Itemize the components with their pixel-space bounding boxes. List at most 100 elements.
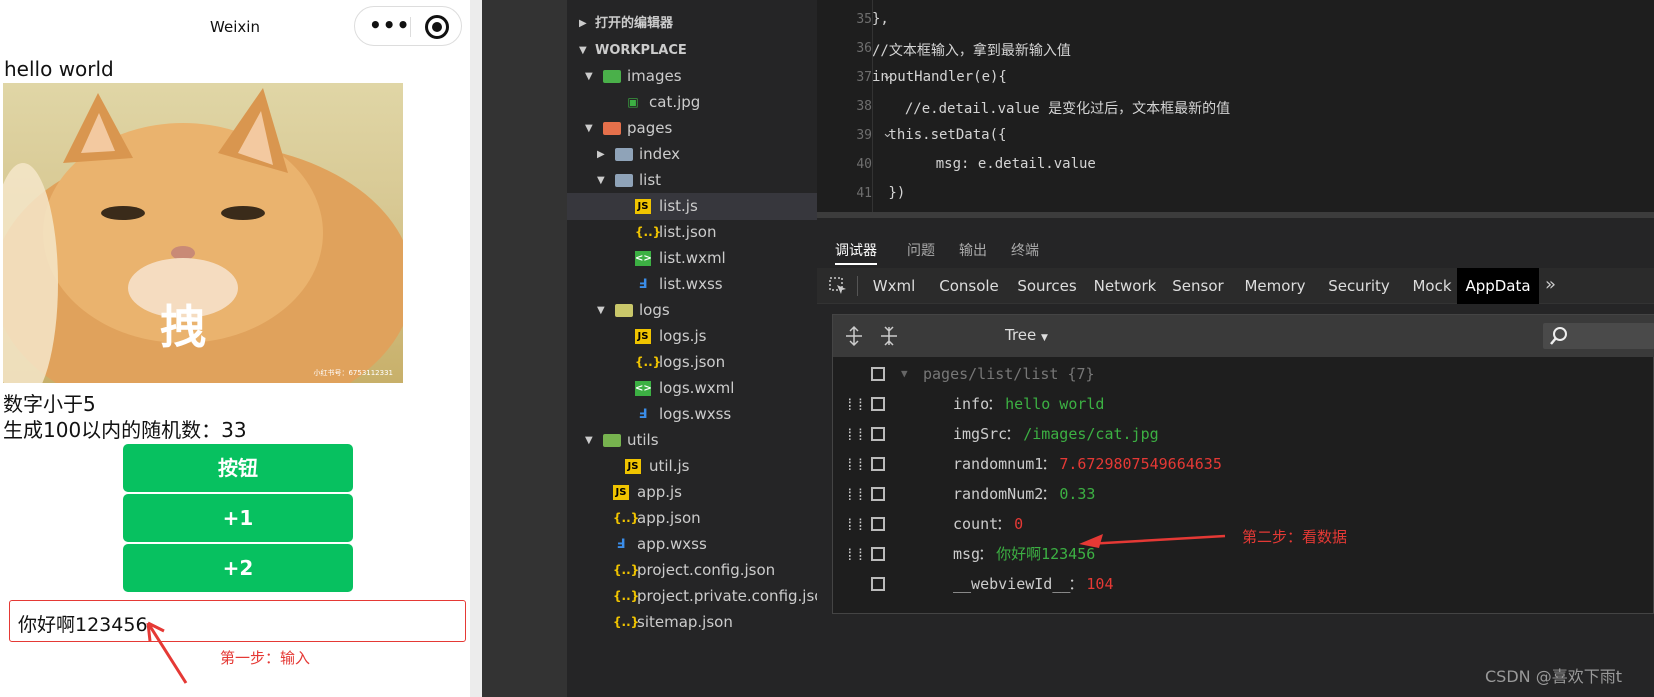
wechat-capsule-menu[interactable]: ••• <box>354 6 462 46</box>
gutter-line <box>872 0 873 218</box>
drag-handle-icon[interactable]: ⁞⁞ <box>845 457 865 473</box>
file-tree-item[interactable]: ▼ utils <box>567 427 817 454</box>
file-tree-item[interactable]: <> list.wxml <box>567 245 817 272</box>
file-tree-item[interactable]: ▼ logs <box>567 297 817 324</box>
devtools-tab-wxml[interactable]: Wxml <box>865 268 923 304</box>
search-box[interactable] <box>1543 323 1654 349</box>
file-tree-item[interactable]: {..} sitemap.json <box>567 609 817 636</box>
more-dots-icon[interactable]: ••• <box>369 14 410 36</box>
file-tree-item[interactable]: JS logs.js <box>567 323 817 350</box>
chevron-down-icon[interactable]: ▼ <box>597 167 607 194</box>
row-box-icon[interactable] <box>871 517 885 531</box>
file-tree-item[interactable]: Ⅎlogs.wxss <box>567 401 817 428</box>
code-line[interactable]: }) <box>880 185 905 201</box>
devtools-tab-network[interactable]: Network <box>1087 268 1163 304</box>
open-editors-section[interactable]: ▶ 打开的编辑器 <box>567 10 817 37</box>
appdata-row[interactable]: ⁞⁞ randomnum1： 7.6729807549664635 <box>833 449 1654 479</box>
code-line[interactable]: msg: e.detail.value <box>902 156 1096 172</box>
workplace-section[interactable]: ▼ WORKPLACE <box>567 37 817 64</box>
tab-problems[interactable]: 问题 <box>907 240 935 260</box>
row-box-icon[interactable] <box>871 487 885 501</box>
drag-handle-icon[interactable]: ⁞⁞ <box>845 397 865 413</box>
tab-debugger[interactable]: 调试器 <box>835 240 877 265</box>
code-line[interactable]: //文本框输入，拿到最新输入值 <box>872 40 1071 60</box>
code-line[interactable]: this.setData({ <box>880 127 1006 143</box>
devtools-tab-console[interactable]: Console <box>933 268 1005 304</box>
file-tree-label: logs.json <box>659 353 726 371</box>
data-value[interactable]: 104 <box>1086 569 1113 599</box>
appdata-row[interactable]: ⁞⁞ randomNum2： 0.33 <box>833 479 1654 509</box>
file-tree-item[interactable]: JS util.js <box>567 453 817 480</box>
more-tabs-icon[interactable]: » <box>1545 274 1556 295</box>
json-file-icon: {..} <box>613 589 640 603</box>
devtools-tab-sources[interactable]: Sources <box>1013 268 1081 304</box>
row-box-icon[interactable] <box>871 577 885 591</box>
caret-down-icon[interactable]: ▼ <box>901 359 908 389</box>
drag-handle-icon[interactable]: ⁞⁞ <box>845 427 865 443</box>
data-value[interactable]: 7.6729807549664635 <box>1059 449 1222 479</box>
file-tree-label: images <box>627 67 682 85</box>
row-box-icon[interactable] <box>871 367 885 381</box>
chevron-down-icon[interactable]: ▼ <box>585 115 595 142</box>
inspect-icon[interactable] <box>829 277 847 295</box>
tree-root-row[interactable]: ▼ pages/list/list {7} <box>833 359 1654 389</box>
collapse-all-icon[interactable] <box>878 325 900 347</box>
row-box-icon[interactable] <box>871 397 885 411</box>
code-line[interactable]: inputHandler(e){ <box>872 69 1007 85</box>
file-tree-item[interactable]: ▼ pages <box>567 115 817 142</box>
file-tree-item[interactable]: JS list.js <box>567 193 817 220</box>
data-value[interactable]: /images/cat.jpg <box>1023 419 1158 449</box>
text-input[interactable]: 你好啊123456 <box>9 600 466 642</box>
chevron-down-icon[interactable]: ▼ <box>585 427 595 454</box>
code-editor[interactable]: 35}, 36//文本框输入，拿到最新输入值 37 ⌄ inputHandler(e){… <box>817 0 1654 218</box>
row-box-icon[interactable] <box>871 457 885 471</box>
tab-output[interactable]: 输出 <box>959 240 987 260</box>
drag-handle-icon[interactable]: ⁞⁞ <box>845 487 865 503</box>
file-tree-item[interactable]: JS app.js <box>567 479 817 506</box>
file-tree-item[interactable]: Ⅎapp.wxss <box>567 531 817 558</box>
file-tree-item[interactable]: ▼ list <box>567 167 817 194</box>
data-key: info <box>953 395 990 413</box>
plus-one-button[interactable]: +1 <box>123 494 353 542</box>
chevron-down-icon[interactable]: ▼ <box>585 63 595 90</box>
devtools-tab-appdata[interactable]: AppData <box>1457 268 1539 304</box>
file-tree-item[interactable]: {..} project.private.config.json <box>567 583 833 610</box>
chevron-down-icon[interactable]: ▼ <box>597 297 607 324</box>
file-tree-item[interactable]: ▼ images <box>567 63 817 90</box>
file-tree-item[interactable]: {..} logs.json <box>567 349 817 376</box>
file-tree-item[interactable]: {..} app.json <box>567 505 817 532</box>
expand-all-icon[interactable] <box>843 325 865 347</box>
appdata-row[interactable]: ⁞⁞ imgSrc：/images/cat.jpg <box>833 419 1654 449</box>
file-tree-item[interactable]: {..} project.config.json <box>567 557 817 584</box>
primary-button[interactable]: 按钮 <box>123 444 353 492</box>
cat-image: 拽 小红书号：6753112331 <box>3 83 403 383</box>
file-tree-item[interactable]: {..} list.json <box>567 219 817 246</box>
close-target-icon[interactable] <box>425 15 449 39</box>
panel-tabs: 调试器 问题 输出 终端 <box>817 218 1654 268</box>
devtools-tab-memory[interactable]: Memory <box>1237 268 1313 304</box>
data-value[interactable]: 0 <box>1014 509 1023 539</box>
tab-terminal[interactable]: 终端 <box>1011 240 1039 260</box>
devtools-tab-security[interactable]: Security <box>1317 268 1401 304</box>
devtools-tab-mock[interactable]: Mock <box>1407 268 1457 304</box>
appdata-row[interactable]: __webviewId__： 104 <box>833 569 1654 599</box>
drag-handle-icon[interactable]: ⁞⁞ <box>845 517 865 533</box>
chevron-right-icon[interactable]: ▶ <box>597 141 607 168</box>
data-key: randomnum1 <box>953 455 1044 473</box>
key-separator: ： <box>996 515 1012 533</box>
row-box-icon[interactable] <box>871 547 885 561</box>
data-value[interactable]: hello world <box>1005 389 1104 419</box>
file-tree-item[interactable]: ▶ index <box>567 141 817 168</box>
code-line[interactable]: }, <box>872 11 889 27</box>
file-tree-item[interactable]: Ⅎlist.wxss <box>567 271 817 298</box>
devtools-tab-sensor[interactable]: Sensor <box>1167 268 1229 304</box>
drag-handle-icon[interactable]: ⁞⁞ <box>845 547 865 563</box>
appdata-row[interactable]: ⁞⁞ info： hello world <box>833 389 1654 419</box>
code-line[interactable]: //e.detail.value 是变化过后，文本框最新的值 <box>888 98 1230 118</box>
data-value[interactable]: 0.33 <box>1059 479 1095 509</box>
file-tree-item[interactable]: ▣ cat.jpg <box>567 89 817 116</box>
view-mode-select[interactable]: Tree ▼ <box>1005 326 1048 344</box>
plus-two-button[interactable]: +2 <box>123 544 353 592</box>
file-tree-item[interactable]: <> logs.wxml <box>567 375 817 402</box>
row-box-icon[interactable] <box>871 427 885 441</box>
